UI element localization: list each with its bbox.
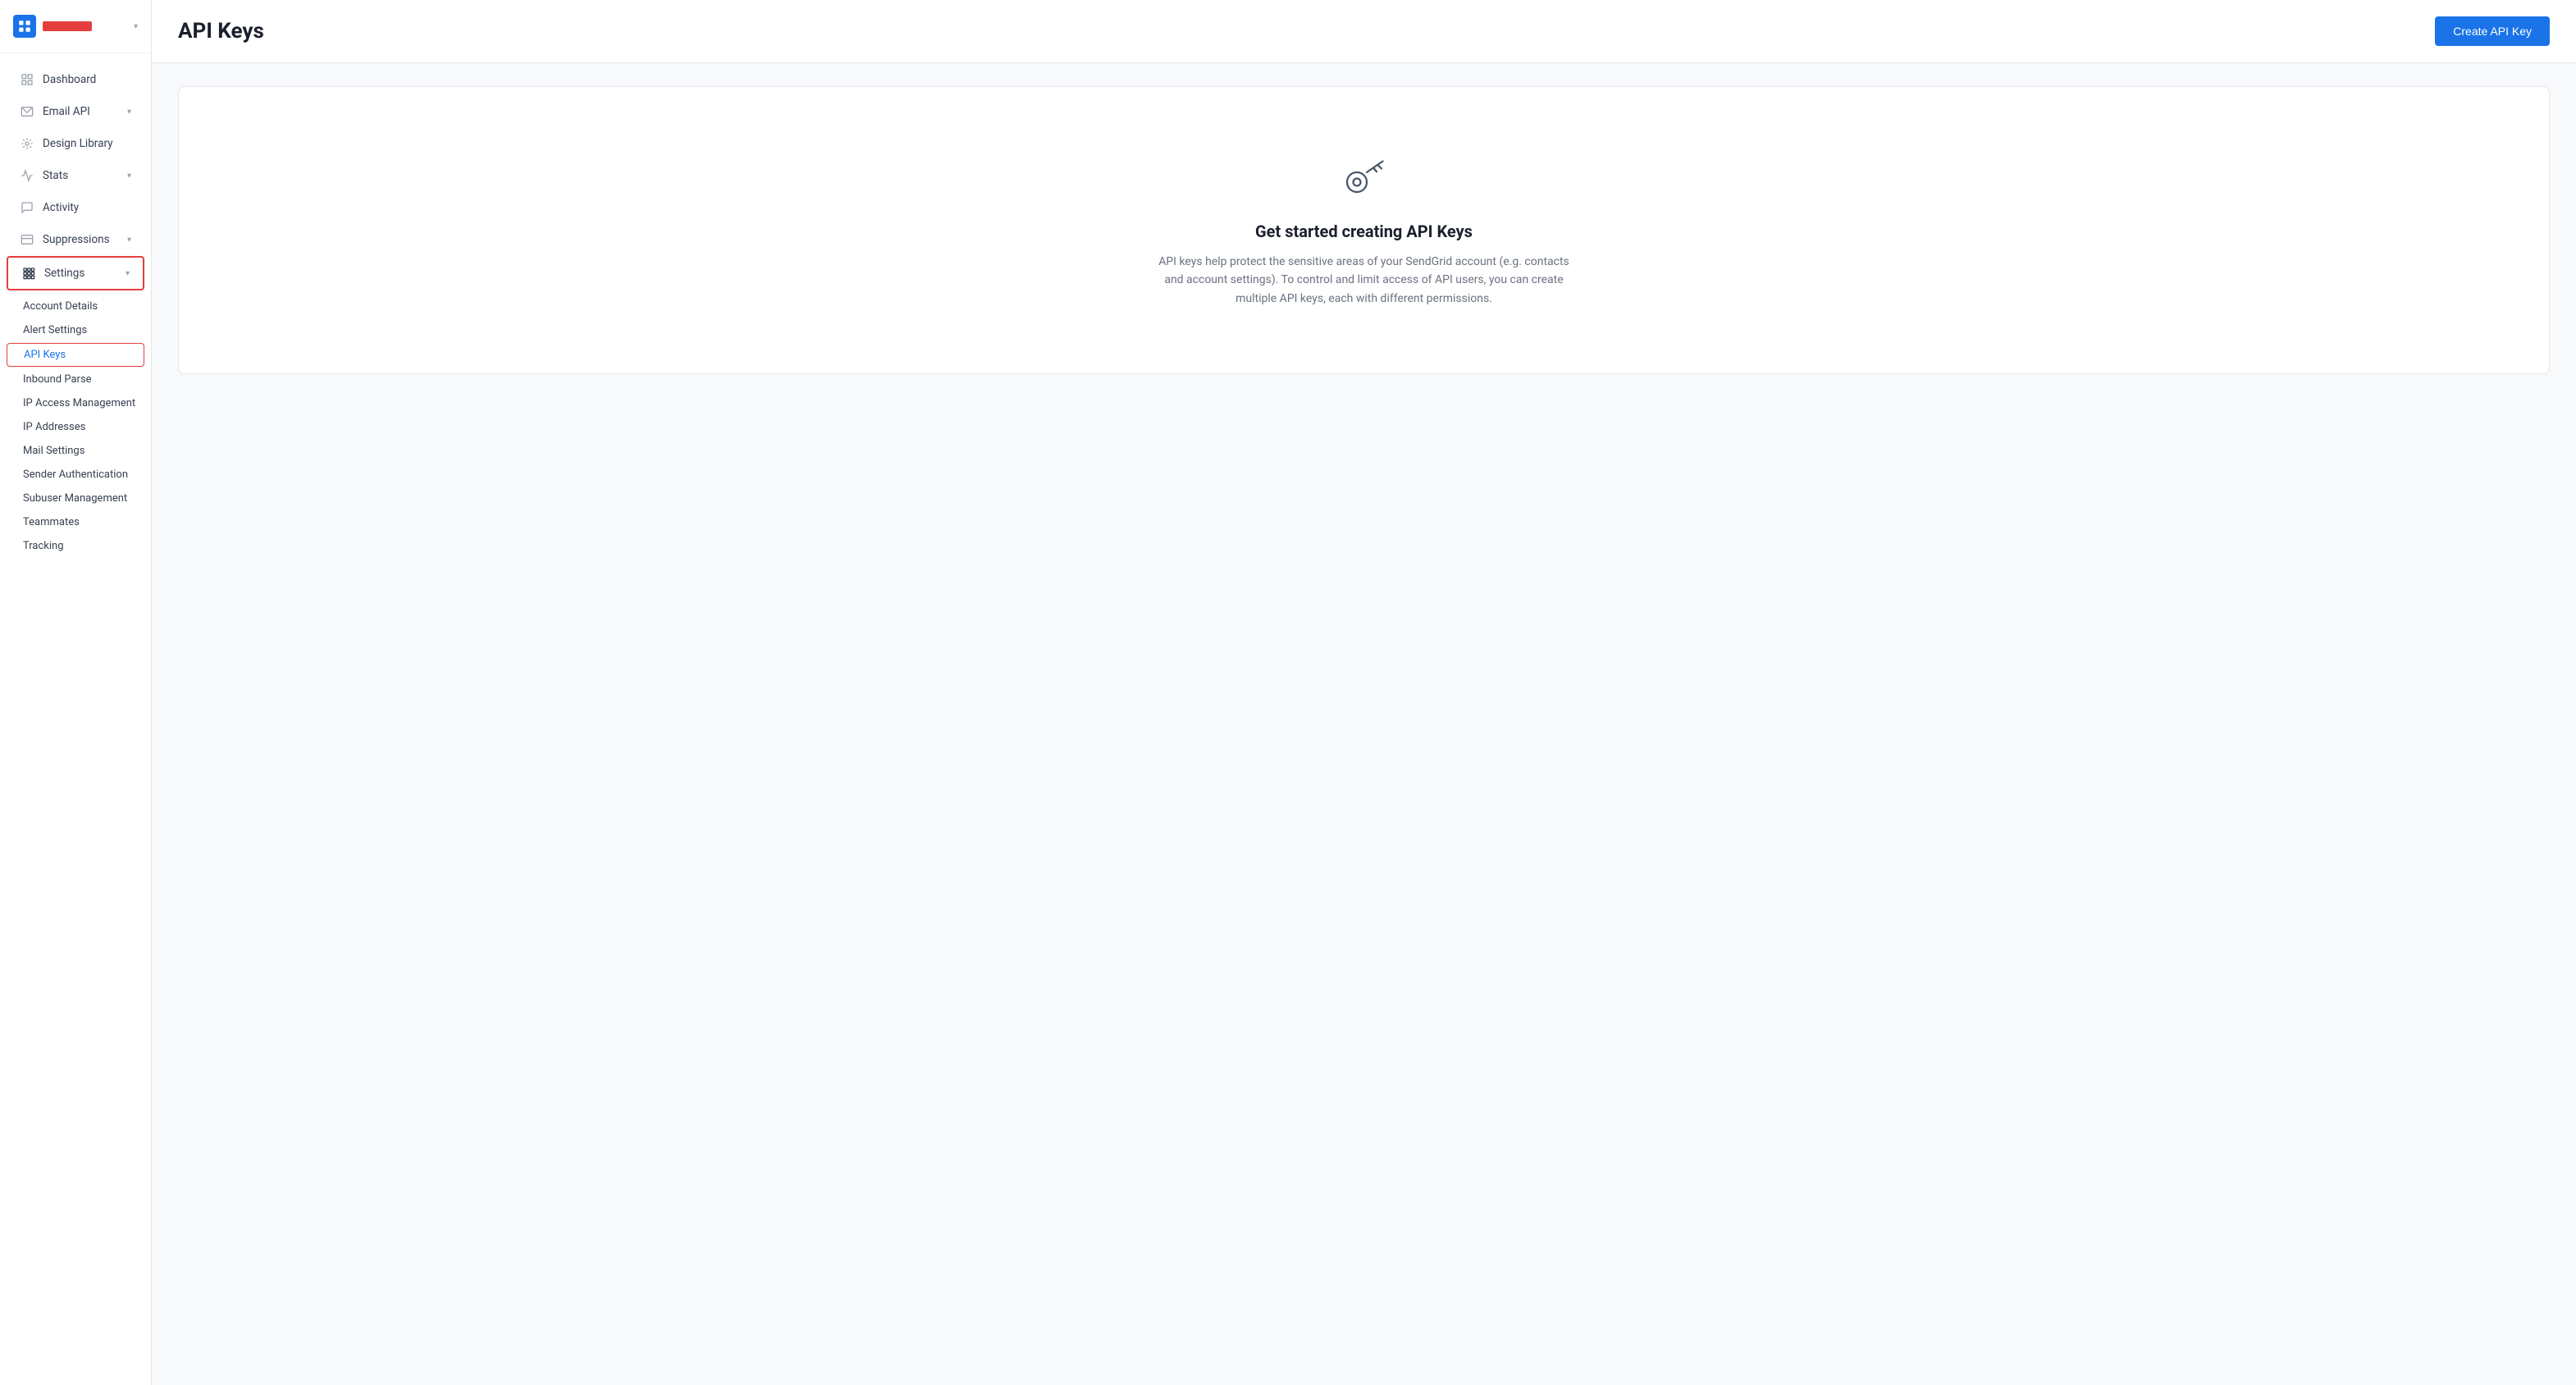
sidebar-item-suppressions-label: Suppressions [43, 233, 119, 246]
sidebar-item-activity[interactable]: Activity [7, 192, 144, 223]
sidebar-item-settings[interactable]: Settings ▾ [7, 256, 144, 290]
sidebar-item-email-api-label: Email API [43, 105, 119, 118]
create-api-key-button[interactable]: Create API Key [2435, 16, 2550, 46]
sidebar-item-design-library-label: Design Library [43, 137, 131, 150]
sidebar-item-suppressions[interactable]: Suppressions ▾ [7, 224, 144, 255]
main-content: Get started creating API Keys API keys h… [152, 63, 2576, 1385]
subnav-item-sender-authentication[interactable]: Sender Authentication [0, 463, 151, 487]
subnav-item-mail-settings[interactable]: Mail Settings [0, 439, 151, 463]
activity-icon [20, 200, 34, 215]
subnav-item-ip-access-management[interactable]: IP Access Management [0, 391, 151, 415]
subnav-item-account-details[interactable]: Account Details [0, 295, 151, 318]
settings-subnav: Account Details Alert Settings API Keys … [0, 291, 151, 561]
sidebar-item-stats[interactable]: Stats ▾ [7, 160, 144, 191]
subnav-item-tracking[interactable]: Tracking [0, 534, 151, 558]
main-area: API Keys Create API Key Get started crea… [152, 0, 2576, 1385]
subnav-item-subuser-management[interactable]: Subuser Management [0, 487, 151, 510]
app-logo-icon [13, 15, 36, 38]
logo-chevron-icon: ▾ [134, 22, 138, 31]
sidebar: ▾ Dashboard Email API [0, 0, 152, 1385]
sidebar-item-email-api[interactable]: Email API ▾ [7, 96, 144, 127]
page-title: API Keys [178, 19, 264, 43]
suppressions-chevron-icon: ▾ [127, 235, 131, 245]
sidebar-item-dashboard[interactable]: Dashboard [7, 64, 144, 95]
subnav-item-api-keys[interactable]: API Keys [7, 343, 144, 367]
empty-state-description: API keys help protect the sensitive area… [1151, 253, 1578, 308]
suppressions-icon [20, 232, 34, 247]
settings-chevron-icon: ▾ [126, 269, 130, 278]
stats-icon [20, 168, 34, 183]
empty-state-card: Get started creating API Keys API keys h… [178, 86, 2550, 374]
settings-icon [21, 266, 36, 281]
sidebar-item-stats-label: Stats [43, 169, 119, 182]
subnav-item-alert-settings[interactable]: Alert Settings [0, 318, 151, 342]
brand-logo-bar [43, 21, 92, 31]
sidebar-item-dashboard-label: Dashboard [43, 73, 131, 86]
logo-svg [17, 19, 32, 34]
stats-chevron-icon: ▾ [127, 171, 131, 181]
email-api-chevron-icon: ▾ [127, 107, 131, 117]
sidebar-item-activity-label: Activity [43, 201, 131, 214]
sidebar-item-design-library[interactable]: Design Library [7, 128, 144, 159]
main-header: API Keys Create API Key [152, 0, 2576, 63]
subnav-item-inbound-parse[interactable]: Inbound Parse [0, 368, 151, 391]
sidebar-navigation: Dashboard Email API ▾ Design Li [0, 53, 151, 571]
subnav-item-ip-addresses[interactable]: IP Addresses [0, 415, 151, 439]
design-library-icon [20, 136, 34, 151]
logo-area[interactable]: ▾ [0, 0, 151, 53]
empty-state-title: Get started creating API Keys [1255, 222, 1473, 241]
subnav-item-teammates[interactable]: Teammates [0, 510, 151, 534]
sidebar-item-settings-label: Settings [44, 267, 117, 280]
api-key-icon [1340, 153, 1389, 205]
dashboard-icon [20, 72, 34, 87]
email-api-icon [20, 104, 34, 119]
